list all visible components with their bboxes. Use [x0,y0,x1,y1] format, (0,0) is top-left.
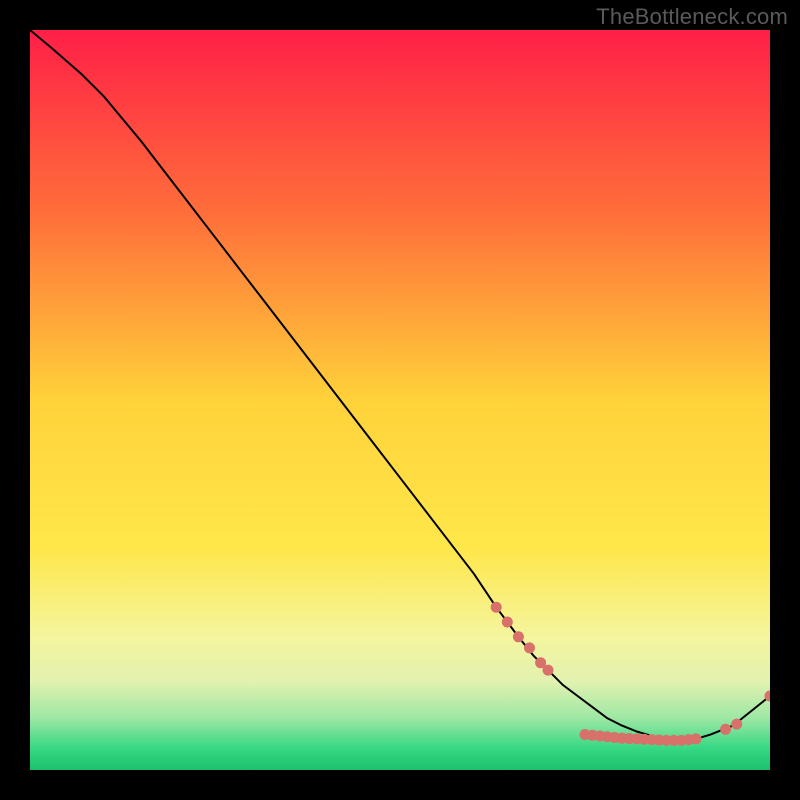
chart-marker [513,631,524,642]
chart-marker [524,642,535,653]
chart-svg [30,30,770,770]
chart-plot [30,30,770,770]
chart-marker [691,733,702,744]
chart-marker [543,665,554,676]
chart-marker [502,617,513,628]
chart-marker [720,724,731,735]
chart-marker [491,602,502,613]
watermark-text: TheBottleneck.com [596,4,788,30]
chart-marker [731,719,742,730]
chart-frame: TheBottleneck.com [0,0,800,800]
